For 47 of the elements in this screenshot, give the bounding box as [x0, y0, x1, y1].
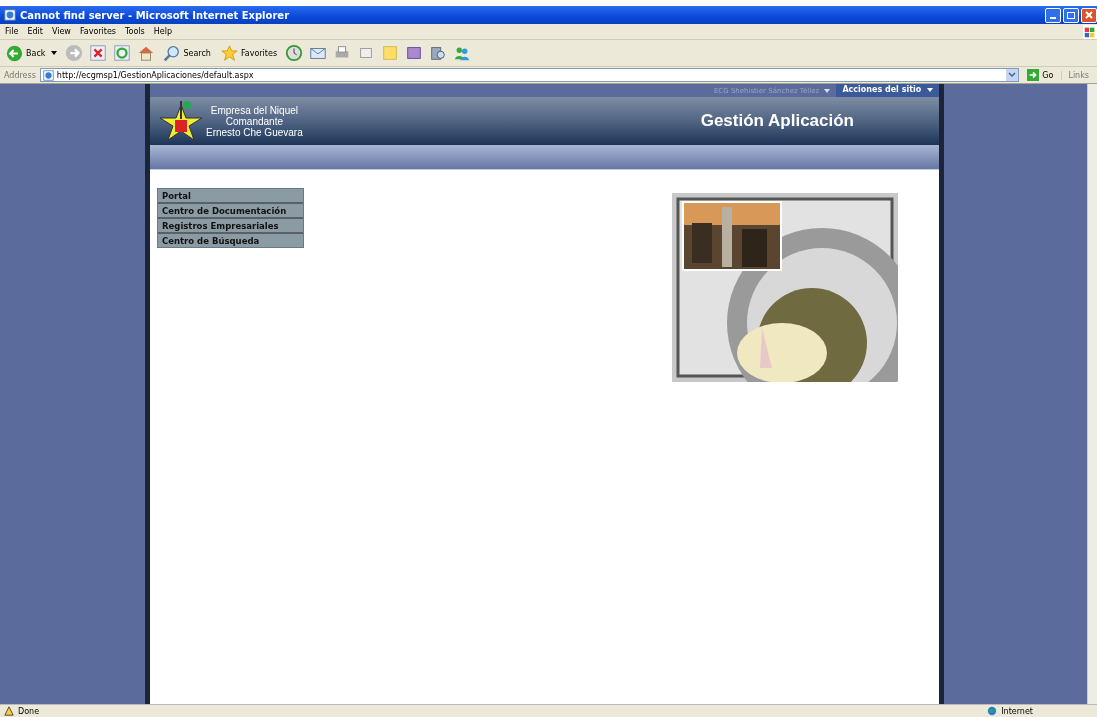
page-icon	[42, 69, 54, 81]
close-button[interactable]	[1081, 7, 1097, 23]
site-actions-menu[interactable]: Acciones del sitio	[836, 84, 939, 97]
nav-link[interactable]: Registros Empresariales	[158, 219, 303, 234]
close-icon	[1084, 10, 1094, 20]
nav-link[interactable]: Portal	[158, 189, 303, 204]
forward-icon[interactable]	[65, 44, 84, 62]
go-button[interactable]: Go	[1023, 69, 1058, 81]
window-title: Cannot find server - Microsoft Internet Explorer	[20, 9, 290, 21]
browser-icon	[4, 9, 16, 21]
nav-link[interactable]: Centro de Búsqueda	[158, 234, 303, 247]
status-text: Done	[18, 706, 40, 716]
menu-item[interactable]: File	[5, 27, 19, 36]
menu-item[interactable]: Tools	[125, 27, 145, 36]
caret-icon	[927, 87, 933, 92]
stop-icon[interactable]	[89, 44, 108, 62]
globe-icon	[987, 706, 998, 716]
caret-icon	[824, 88, 831, 93]
restore-button[interactable]	[1063, 7, 1079, 23]
minimize-button[interactable]	[1045, 7, 1061, 23]
refresh-icon[interactable]	[113, 44, 132, 62]
history-icon[interactable]	[285, 44, 304, 62]
security-zone: Internet	[1001, 706, 1033, 716]
menu-item[interactable]: Edit	[27, 27, 43, 36]
nav-link[interactable]: Centro de Documentación	[158, 204, 303, 219]
organization-name: Empresa del Niquel	[210, 104, 298, 116]
address-label: Address	[4, 70, 36, 80]
search-icon	[163, 44, 181, 62]
address-field[interactable]: http://ecgmsp1/GestionAplicaciones/default.aspx	[39, 68, 1020, 82]
search-button[interactable]: Search	[161, 44, 213, 62]
go-arrow-icon	[1027, 69, 1040, 81]
organization-name: Comandante	[225, 115, 283, 127]
warning-icon	[4, 706, 14, 716]
organization-name: Ernesto Che Guevara	[206, 126, 303, 138]
star-icon	[220, 44, 238, 62]
home-icon[interactable]	[137, 44, 156, 62]
menu-item[interactable]: View	[51, 27, 71, 36]
scrollbar[interactable]	[1087, 84, 1097, 704]
dropdown-icon[interactable]	[1006, 69, 1019, 81]
favorites-button[interactable]: Favorites	[218, 44, 280, 62]
caret-icon	[51, 51, 58, 55]
site-title: Gestión Aplicación	[700, 111, 854, 131]
menu-item[interactable]: Help	[153, 27, 172, 36]
menu-item[interactable]: Favorites	[79, 27, 116, 36]
links-button[interactable]: Links	[1061, 70, 1097, 80]
back-button[interactable]: Back	[4, 44, 60, 62]
windows-logo-icon	[1083, 24, 1097, 39]
